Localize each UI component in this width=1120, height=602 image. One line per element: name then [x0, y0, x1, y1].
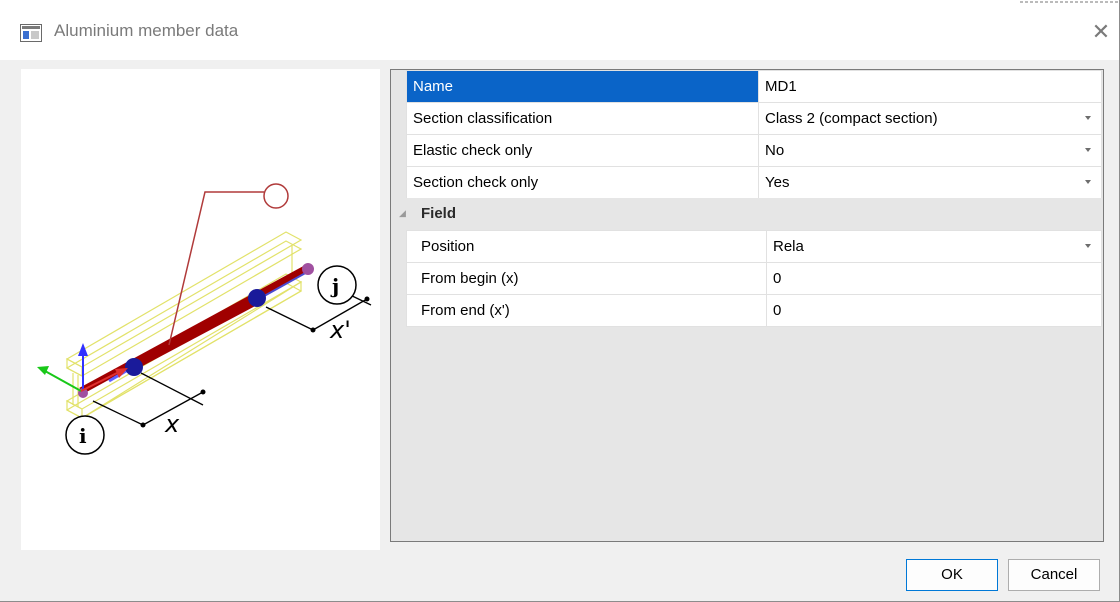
section-check-select[interactable]: Yes	[758, 166, 1102, 199]
property-row-section-classification[interactable]: Section classification Class 2 (compact …	[406, 102, 1102, 135]
property-row-elastic-check[interactable]: Elastic check only No	[406, 134, 1102, 167]
name-field[interactable]: MD1	[758, 70, 1102, 103]
chevron-down-icon[interactable]	[1085, 148, 1091, 152]
label-x-prime: x'	[329, 316, 351, 344]
close-icon: ✕	[1091, 19, 1111, 44]
property-row-name[interactable]: Name MD1	[406, 70, 1102, 103]
select-value: Yes	[765, 174, 790, 191]
elastic-check-select[interactable]: No	[758, 134, 1102, 167]
property-row-from-begin[interactable]: From begin (x) 0	[406, 262, 1102, 295]
checkpoint-end	[248, 289, 266, 307]
y-axis-arrow	[44, 370, 82, 392]
position-select[interactable]: Rela	[766, 230, 1102, 263]
profile-outline	[65, 231, 303, 419]
ok-button[interactable]: OK	[906, 559, 998, 591]
result-marker	[263, 183, 289, 209]
x-axis-arrow	[80, 371, 120, 392]
app-window-icon	[20, 24, 42, 42]
close-button[interactable]: ✕	[1086, 14, 1116, 50]
property-label: Elastic check only	[406, 134, 759, 167]
field-group-header[interactable]: ◢ Field	[391, 198, 1102, 230]
property-label: Name	[406, 70, 759, 103]
node-j	[302, 263, 314, 275]
property-grid: Name MD1 Section classification Class 2 …	[390, 69, 1104, 542]
property-row-section-check[interactable]: Section check only Yes	[406, 166, 1102, 199]
chevron-down-icon[interactable]	[1085, 116, 1091, 120]
window-title: Aluminium member data	[54, 21, 239, 40]
collapse-arrow-icon[interactable]: ◢	[399, 208, 406, 219]
property-label: From begin (x)	[406, 262, 767, 295]
label-x: x	[164, 410, 180, 438]
cancel-button[interactable]: Cancel	[1008, 559, 1100, 591]
property-row-from-end[interactable]: From end (x') 0	[406, 294, 1102, 327]
property-label: Section classification	[406, 102, 759, 135]
property-label: Section check only	[406, 166, 759, 199]
from-begin-field[interactable]: 0	[766, 262, 1102, 295]
property-label: From end (x')	[406, 294, 767, 327]
select-value: No	[765, 142, 785, 159]
member-data-dialog: Aluminium member data ✕ x x' i j Name MD…	[0, 0, 1120, 602]
chevron-down-icon[interactable]	[1085, 180, 1091, 184]
property-label: Position	[406, 230, 767, 263]
background-app-edge	[1020, 1, 1120, 3]
section-classification-select[interactable]: Class 2 (compact section)	[758, 102, 1102, 135]
general-properties: Name MD1 Section classification Class 2 …	[406, 70, 1102, 199]
property-row-position[interactable]: Position Rela	[406, 230, 1102, 263]
chevron-down-icon[interactable]	[1085, 244, 1091, 248]
select-value: Class 2 (compact section)	[765, 110, 938, 127]
checkpoint-begin	[125, 358, 143, 376]
node-label-j: j	[330, 274, 339, 298]
node-label-i: i	[79, 424, 87, 448]
select-value: Rela	[773, 238, 804, 255]
member-preview-image: x x' i j	[21, 69, 380, 550]
field-properties: Position Rela From begin (x) 0 From end …	[406, 230, 1102, 327]
from-end-field[interactable]: 0	[766, 294, 1102, 327]
title-bar: Aluminium member data ✕	[0, 0, 1120, 60]
member-diagram: x x' i j	[37, 183, 372, 455]
group-label: Field	[421, 205, 457, 222]
